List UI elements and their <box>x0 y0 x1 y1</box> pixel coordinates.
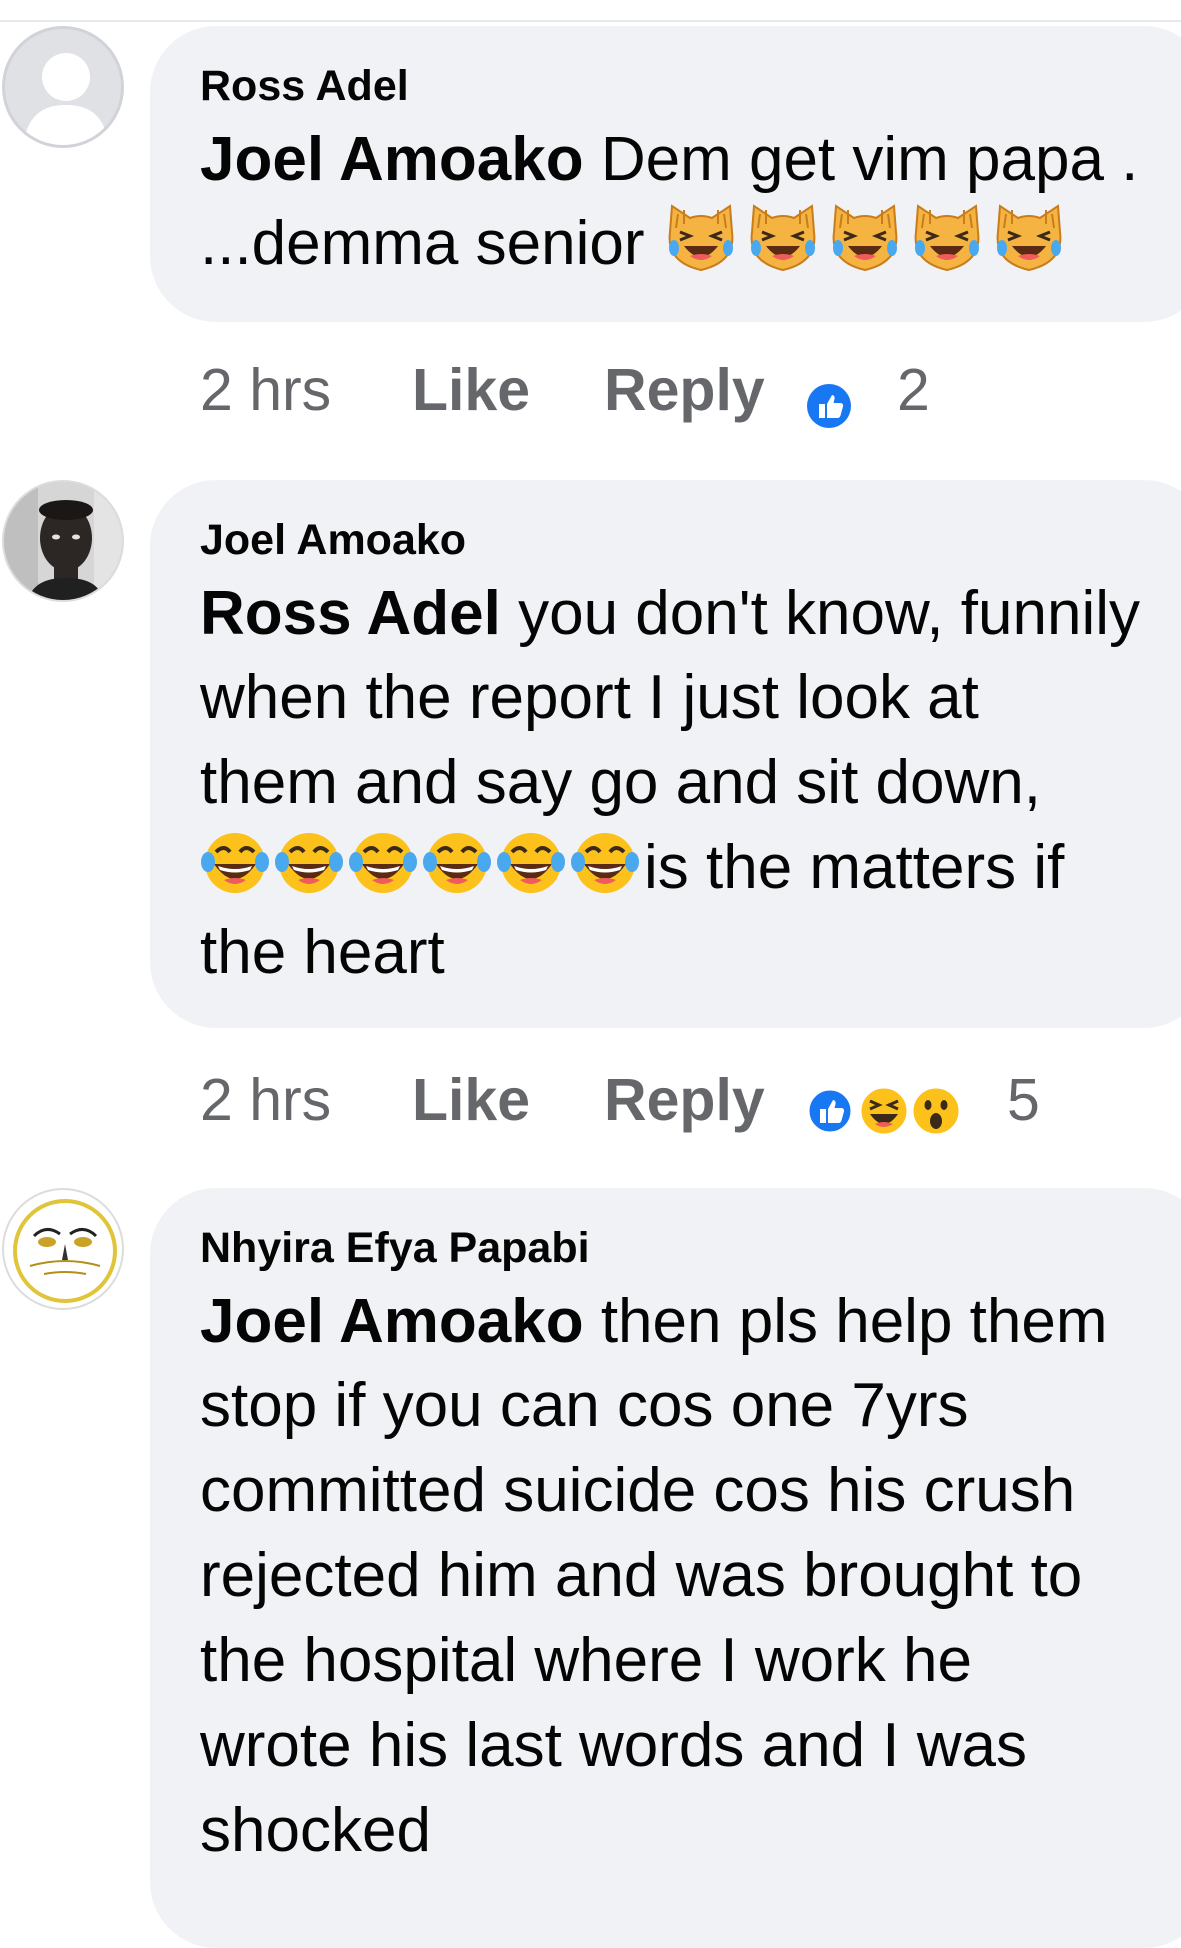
haha-reaction-icon <box>858 1085 910 1137</box>
comment-text-line: committed suicide cos his crush <box>200 1456 1076 1525</box>
profile-photo-image <box>4 482 122 600</box>
comment-text: Joel Amoako then pls help them <box>200 1280 1108 1364</box>
emoji-group <box>200 833 644 902</box>
emoji-group <box>662 204 1072 278</box>
avatar-photo[interactable] <box>2 480 124 602</box>
comment-text-line: is the matters if <box>200 826 1064 920</box>
cat-tears-of-joy-emoji <box>744 202 822 296</box>
comment-text-line1: then pls help them <box>583 1287 1108 1356</box>
comment-bubble: Ross Adel Joel Amoako Dem get vim papa .… <box>150 26 1181 322</box>
comment-bubble: Joel Amoako Ross Adel you don't know, fu… <box>150 480 1181 1028</box>
reply-button[interactable]: Reply <box>604 356 765 424</box>
tears-of-joy-emoji <box>422 828 492 920</box>
like-button[interactable]: Like <box>412 356 530 424</box>
cat-tears-of-joy-emoji <box>990 202 1068 296</box>
comment-author[interactable]: Ross Adel <box>200 62 409 111</box>
comment-text-line1: you don't know, funnily <box>500 579 1141 648</box>
like-button[interactable]: Like <box>412 1066 530 1134</box>
comment-text-line: the hospital where I work he <box>200 1626 972 1695</box>
tears-of-joy-emoji <box>274 828 344 920</box>
reaction-count[interactable]: 5 <box>1007 1066 1040 1134</box>
comment-author[interactable]: Joel Amoako <box>200 516 466 565</box>
tears-of-joy-emoji <box>496 828 566 920</box>
comment-text-line4: is the matters if <box>644 833 1065 902</box>
avatar-logo[interactable] <box>2 1188 124 1310</box>
comment-text-line: when the report I just look at <box>200 663 979 732</box>
comment-author[interactable]: Nhyira Efya Papabi <box>200 1224 590 1273</box>
like-reaction-icon <box>807 384 851 428</box>
comment-text-line2: ...demma senior <box>200 209 645 278</box>
comment-text-line: shocked <box>200 1796 431 1865</box>
cat-tears-of-joy-emoji <box>826 202 904 296</box>
comment-time: 2 hrs <box>200 1067 332 1133</box>
comment-text-line: them and say go and sit down, <box>200 748 1041 817</box>
wow-reaction-icon <box>910 1085 962 1137</box>
tears-of-joy-emoji <box>570 828 640 920</box>
tears-of-joy-emoji <box>348 828 418 920</box>
comment-text-line: wrote his last words and I was <box>200 1711 1028 1780</box>
divider <box>0 20 1181 22</box>
cat-tears-of-joy-emoji <box>662 202 740 296</box>
reaction-summary[interactable] <box>805 376 853 444</box>
comment-text-line: rejected him and was brought to <box>200 1541 1083 1610</box>
comment-text: Joel Amoako Dem get vim papa . <box>200 118 1138 202</box>
reaction-summary[interactable] <box>805 1084 975 1138</box>
comment-text-line1: Dem get vim papa . <box>583 125 1139 194</box>
comment-text-line: ...demma senior <box>200 202 1072 296</box>
comment-time: 2 hrs <box>200 357 332 423</box>
mention-link[interactable]: Ross Adel <box>200 579 501 648</box>
like-reaction-icon <box>806 1087 854 1135</box>
mention-link[interactable]: Joel Amoako <box>200 1287 584 1356</box>
reaction-count[interactable]: 2 <box>897 356 930 424</box>
cat-tears-of-joy-emoji <box>908 202 986 296</box>
tears-of-joy-emoji <box>200 828 270 920</box>
comment-bubble: Nhyira Efya Papabi Joel Amoako then pls … <box>150 1188 1181 1948</box>
avatar-default[interactable] <box>2 26 124 148</box>
comment-text-line: the heart <box>200 918 445 987</box>
brand-logo-image <box>13 1199 117 1303</box>
reply-button[interactable]: Reply <box>604 1066 765 1134</box>
user-silhouette-icon <box>23 53 109 145</box>
mention-link[interactable]: Joel Amoako <box>200 125 584 194</box>
comment-text: Ross Adel you don't know, funnily <box>200 572 1140 656</box>
comment-text-line: stop if you can cos one 7yrs <box>200 1371 969 1440</box>
